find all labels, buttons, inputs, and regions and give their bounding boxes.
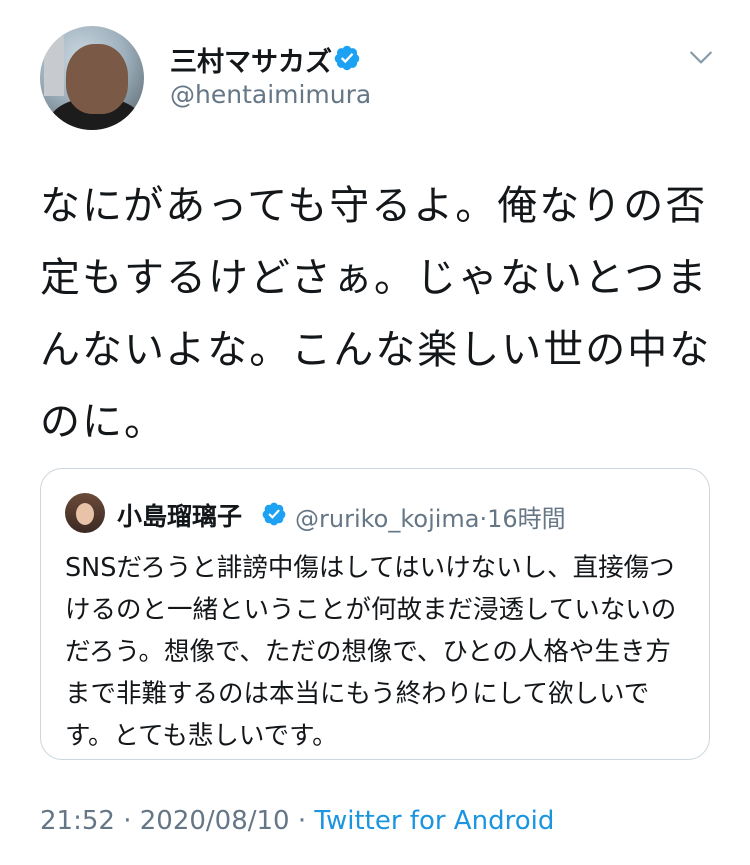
quoted-tweet[interactable]: 小島瑠璃子 @ruriko_kojima·16時間 SNSだろうと誹謗中傷はして…	[40, 468, 710, 760]
author-handle[interactable]: @hentaimimura	[170, 80, 371, 109]
quoted-handle: @ruriko_kojima	[295, 505, 480, 533]
avatar-background-building	[44, 36, 64, 96]
meta-separator: ·	[114, 806, 140, 836]
chevron-down-icon[interactable]	[688, 44, 714, 70]
quoted-author-avatar	[65, 493, 105, 533]
tweet-text: なにがあっても守るよ。俺なりの否定もするけどさぁ。じゃないとつまんないよな。こん…	[40, 183, 712, 445]
author-name[interactable]: 三村マサカズ	[170, 40, 332, 79]
meta-separator: ·	[289, 806, 315, 836]
tweet-time[interactable]: 21:52	[40, 806, 115, 836]
quoted-avatar-face	[76, 503, 94, 525]
tweet-meta: 21:52 · 2020/08/10 · Twitter for Android	[40, 806, 554, 836]
tweet-source-link[interactable]: Twitter for Android	[314, 806, 554, 836]
tweet-card: 三村マサカズ @hentaimimura なにがあっても守るよ。俺なりの否定もす…	[0, 0, 750, 865]
verified-badge-icon	[334, 45, 360, 71]
quoted-tweet-text: SNSだろうと誹謗中傷はしてはいけないし、直接傷つけるのと一緒ということが何故ま…	[65, 553, 677, 751]
author-avatar[interactable]	[40, 26, 144, 130]
quoted-author-name: 小島瑠璃子	[117, 502, 243, 531]
avatar-head	[66, 44, 128, 114]
quoted-author-handle-time: @ruriko_kojima·16時間	[295, 499, 566, 534]
tweet-date[interactable]: 2020/08/10	[140, 806, 290, 836]
quoted-verified-badge-icon	[262, 502, 286, 526]
quoted-time: ·16時間	[479, 505, 566, 533]
